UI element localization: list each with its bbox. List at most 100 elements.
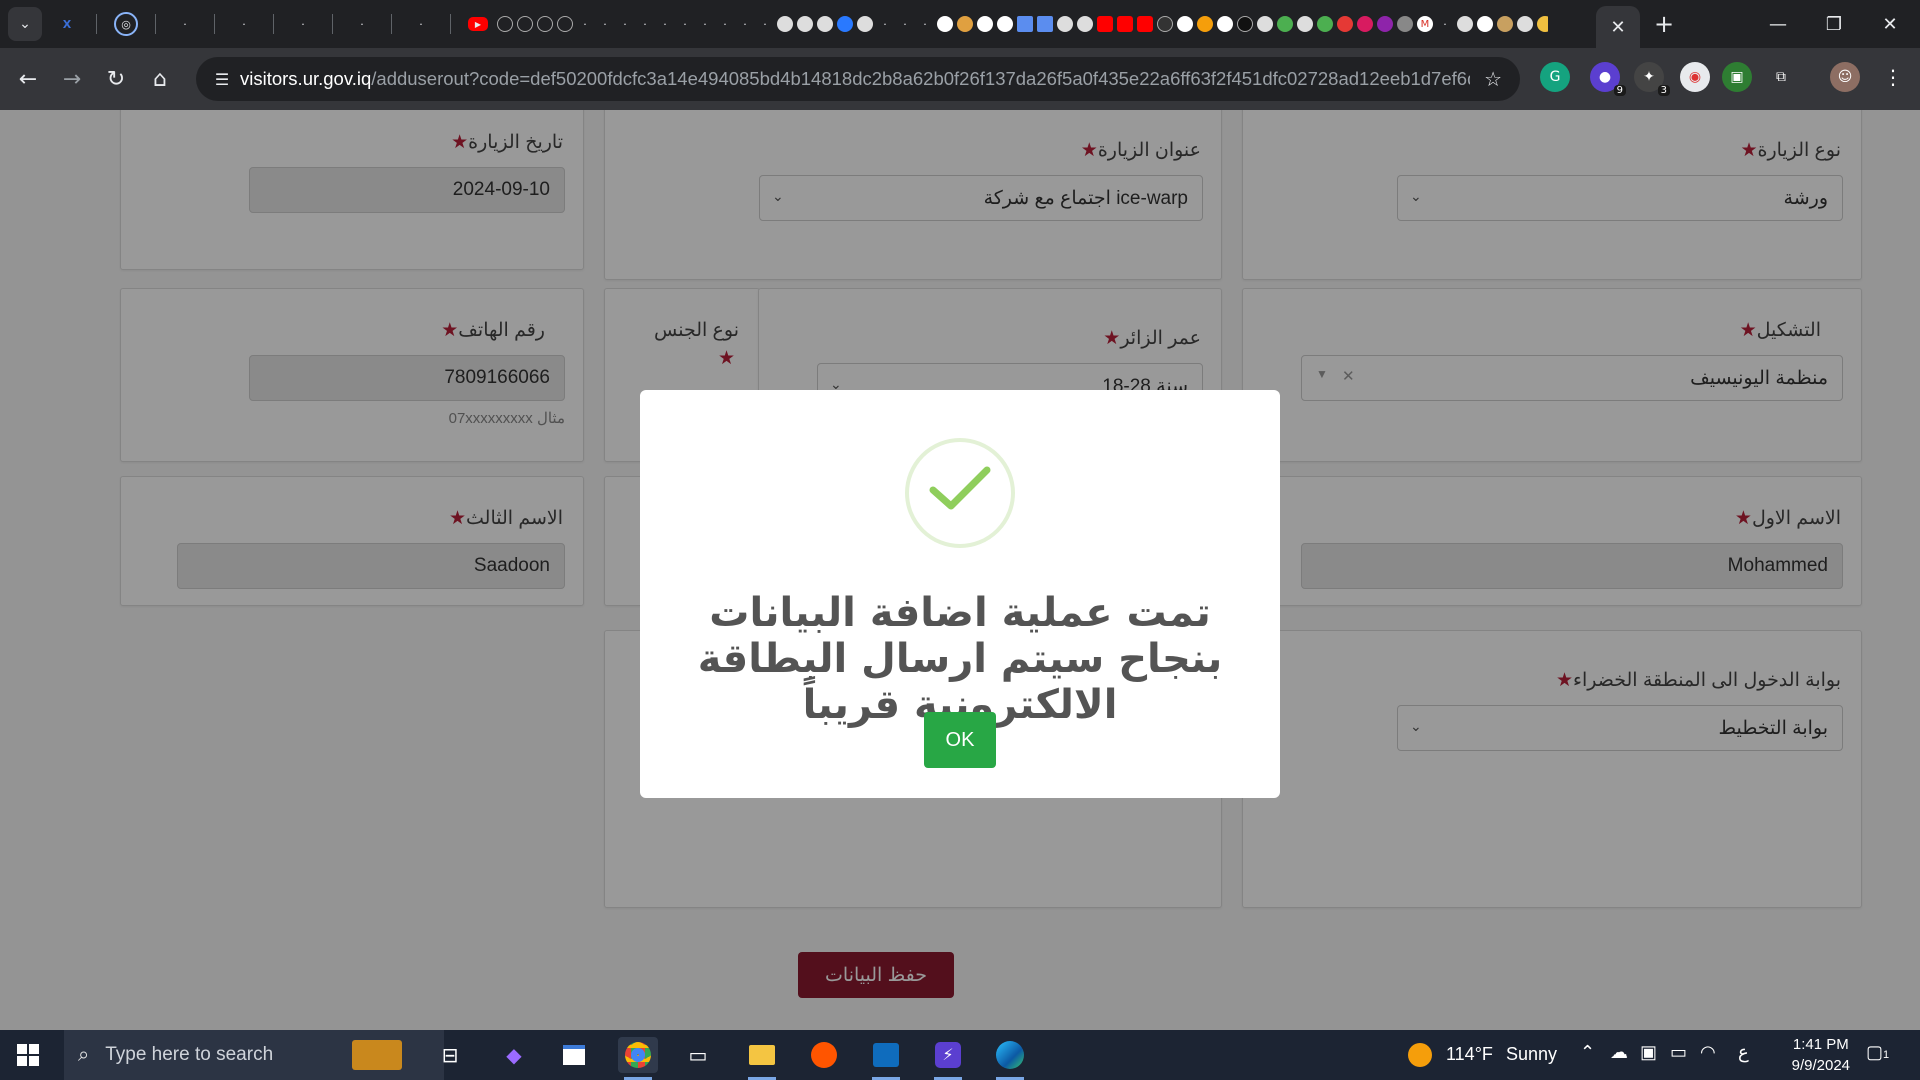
loading-tab-icon[interactable]: ·	[877, 16, 893, 32]
web-tab-icon[interactable]	[1017, 16, 1033, 32]
weather-sun-icon[interactable]	[1400, 1037, 1440, 1073]
web-tab-icon[interactable]	[1357, 16, 1373, 32]
tray-chevron-up-icon[interactable]: ⌃	[1580, 1042, 1595, 1063]
loading-tab-icon[interactable]: ·	[917, 16, 933, 32]
active-tab-close-icon[interactable]: ✕	[1596, 6, 1640, 48]
notifications-icon[interactable]: ▢1	[1866, 1042, 1889, 1063]
web-tab-icon[interactable]	[1077, 16, 1093, 32]
terminal-icon[interactable]: ▭	[678, 1037, 718, 1073]
loading-tab-icon[interactable]: ·	[677, 16, 693, 32]
web-tab-icon[interactable]	[1537, 16, 1548, 32]
loading-tab-icon[interactable]: ·	[291, 12, 315, 36]
extension-icon[interactable]: ✦ 3	[1634, 62, 1670, 96]
microsoft-store-icon[interactable]	[554, 1037, 594, 1073]
web-tab-icon[interactable]	[1217, 16, 1233, 32]
display-icon[interactable]: ▣	[1640, 1042, 1657, 1063]
x-tab-icon[interactable]: X	[55, 12, 79, 36]
web-tab-icon[interactable]	[1197, 16, 1213, 32]
windows-start-icon[interactable]	[0, 1030, 56, 1080]
restore-icon[interactable]: ❐	[1806, 0, 1862, 48]
youtube-tab-icon[interactable]	[1097, 16, 1113, 32]
web-tab-icon[interactable]	[857, 16, 873, 32]
menu-kebab-icon[interactable]: ⋮	[1878, 62, 1908, 92]
github-tab-icon[interactable]	[1177, 16, 1193, 32]
web-tab-icon[interactable]	[957, 16, 973, 32]
web-tab-icon[interactable]	[1317, 16, 1333, 32]
system-clock[interactable]: 1:41 PM 9/9/2024	[1792, 1034, 1850, 1076]
loading-tab-icon[interactable]: ·	[350, 12, 374, 36]
site-info-icon[interactable]: ☰	[204, 70, 240, 89]
web-tab-icon[interactable]	[1517, 16, 1533, 32]
onedrive-cloud-icon[interactable]: ☁	[1610, 1042, 1628, 1063]
loading-tab-icon[interactable]: ·	[897, 16, 913, 32]
bookmark-star-icon[interactable]: ☆	[1484, 67, 1502, 91]
web-tab-icon[interactable]	[1397, 16, 1413, 32]
file-explorer-icon[interactable]	[742, 1037, 782, 1080]
youtube-tab-icon[interactable]	[1137, 16, 1153, 32]
web-tab-icon[interactable]	[1477, 16, 1493, 32]
grammarly-extension-icon[interactable]: G	[1540, 62, 1570, 92]
web-tab-icon[interactable]	[517, 16, 533, 32]
extensions-puzzle-icon[interactable]: ⧉	[1766, 62, 1796, 92]
loading-tab-icon[interactable]: ·	[409, 12, 433, 36]
web-tab-icon[interactable]	[1497, 16, 1513, 32]
copilot-icon[interactable]: ◆	[494, 1037, 534, 1073]
loading-tab-icon[interactable]: ·	[717, 16, 733, 32]
web-tab-icon[interactable]	[497, 16, 513, 32]
outlook-icon[interactable]	[866, 1037, 906, 1080]
github-tab-icon[interactable]	[977, 16, 993, 32]
loading-tab-icon[interactable]: ·	[697, 16, 713, 32]
input-language[interactable]: ع	[1738, 1042, 1749, 1063]
profile-avatar[interactable]: ☺	[1830, 62, 1860, 92]
web-tab-icon[interactable]	[1057, 16, 1073, 32]
loading-tab-icon[interactable]: ·	[173, 12, 197, 36]
address-bar[interactable]: ☰ visitors.ur.gov.iq/adduserout?code=def…	[196, 57, 1520, 101]
extension-icon[interactable]: ● 9	[1590, 62, 1626, 96]
reload-icon[interactable]: ↻	[96, 59, 136, 99]
loading-tab-icon[interactable]: ·	[617, 16, 633, 32]
new-tab-button[interactable]: +	[1650, 10, 1678, 38]
github-tab-icon[interactable]	[937, 16, 953, 32]
web-tab-icon[interactable]	[537, 16, 553, 32]
web-tab-icon[interactable]	[1037, 16, 1053, 32]
app-bolt-icon[interactable]: ⚡	[928, 1037, 968, 1080]
github-tab-icon[interactable]	[997, 16, 1013, 32]
youtube-tab-icon[interactable]	[1117, 16, 1133, 32]
extension-icon[interactable]: ▣	[1722, 62, 1752, 92]
back-icon[interactable]: ←	[8, 59, 48, 99]
web-tab-icon[interactable]	[1377, 16, 1393, 32]
web-tab-icon[interactable]	[1157, 16, 1173, 32]
forward-icon[interactable]: →	[52, 59, 92, 99]
loading-tab-icon[interactable]: ·	[577, 16, 593, 32]
soundcloud-icon[interactable]	[804, 1037, 844, 1073]
loading-tab-icon[interactable]: ·	[757, 16, 773, 32]
web-tab-icon[interactable]	[1257, 16, 1273, 32]
loading-tab-icon[interactable]: ·	[597, 16, 613, 32]
battery-icon[interactable]: ▭	[1670, 1042, 1687, 1063]
extension-icon[interactable]: ◉	[1680, 62, 1710, 92]
web-tab-icon[interactable]	[817, 16, 833, 32]
search-tab-icon[interactable]	[557, 16, 573, 32]
url-text[interactable]: visitors.ur.gov.iq/adduserout?code=def50…	[240, 68, 1470, 90]
web-tab-icon[interactable]	[1337, 16, 1353, 32]
chrome-taskbar-icon[interactable]	[618, 1037, 658, 1080]
task-view-icon[interactable]: ⊟	[430, 1037, 470, 1073]
web-tab-icon[interactable]	[1457, 16, 1473, 32]
close-window-icon[interactable]: ✕	[1862, 0, 1918, 48]
gmail-tab-icon[interactable]: M	[1417, 16, 1433, 32]
wifi-icon[interactable]: ◠	[1700, 1042, 1716, 1063]
loading-tab-icon[interactable]: ·	[737, 16, 753, 32]
tiktok-tab-icon[interactable]	[1237, 16, 1253, 32]
edge-icon[interactable]	[990, 1037, 1030, 1080]
taskbar-search-box[interactable]: ⌕ Type here to search	[64, 1030, 444, 1080]
youtube-tab-icon[interactable]: ▶	[468, 17, 488, 31]
loading-tab-icon[interactable]: ·	[1437, 16, 1453, 32]
minimize-icon[interactable]: —	[1750, 0, 1806, 48]
web-tab-icon[interactable]	[837, 16, 853, 32]
web-tab-icon[interactable]: ◎	[114, 12, 138, 36]
tab-search-button[interactable]: ⌄	[8, 7, 42, 41]
ok-button[interactable]: OK	[924, 712, 996, 768]
web-tab-icon[interactable]	[777, 16, 793, 32]
loading-tab-icon[interactable]: ·	[637, 16, 653, 32]
home-icon[interactable]: ⌂	[140, 59, 180, 99]
